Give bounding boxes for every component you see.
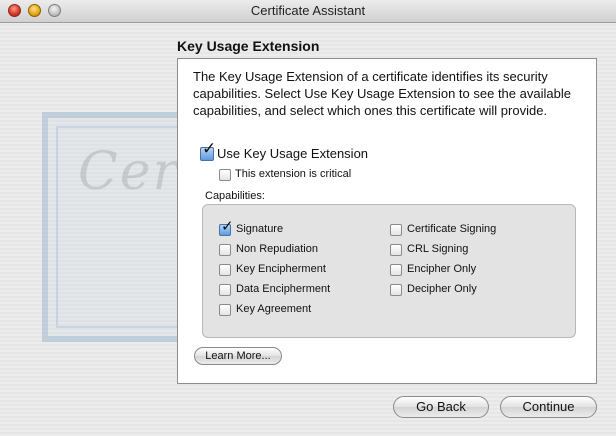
learn-more-button[interactable]: Learn More... [194, 347, 282, 365]
extension-critical-checkbox[interactable] [219, 169, 231, 181]
decipher-only-label[interactable]: Decipher Only [407, 283, 477, 295]
data-encipherment-label[interactable]: Data Encipherment [236, 283, 330, 295]
checkmark-icon: ✓ [202, 139, 217, 158]
data-encipherment-checkbox[interactable] [219, 284, 231, 296]
crl-signing-checkbox[interactable] [390, 244, 402, 256]
non-repudiation-checkbox[interactable] [219, 244, 231, 256]
decipher-only-checkbox[interactable] [390, 284, 402, 296]
key-agreement-label[interactable]: Key Agreement [236, 303, 311, 315]
window-title: Certificate Assistant [250, 3, 366, 18]
continue-button[interactable]: Continue [500, 396, 597, 418]
certificate-signing-checkbox[interactable] [390, 224, 402, 236]
use-key-usage-label[interactable]: Use Key Usage Extension [217, 146, 368, 161]
capabilities-box: ✓ Signature Non Repudiation Key Encipher… [202, 204, 576, 338]
section-title: Key Usage Extension [177, 38, 320, 54]
encipher-only-label[interactable]: Encipher Only [407, 263, 476, 275]
key-agreement-checkbox[interactable] [219, 304, 231, 316]
encipher-only-checkbox[interactable] [390, 264, 402, 276]
certificate-assistant-window: Certificate Assistant Certif Key Usage E… [0, 0, 616, 436]
extension-critical-label[interactable]: This extension is critical [235, 168, 351, 180]
key-encipherment-checkbox[interactable] [219, 264, 231, 276]
key-encipherment-label[interactable]: Key Encipherment [236, 263, 326, 275]
checkmark-icon: ✓ [221, 218, 234, 235]
signature-label[interactable]: Signature [236, 223, 283, 235]
crl-signing-label[interactable]: CRL Signing [407, 243, 468, 255]
title-bar[interactable]: Certificate Assistant [0, 0, 616, 23]
use-key-usage-checkbox[interactable]: ✓ [200, 140, 216, 161]
capabilities-label: Capabilities: [205, 190, 265, 202]
description-text: The Key Usage Extension of a certificate… [193, 69, 571, 118]
go-back-button[interactable]: Go Back [393, 396, 489, 418]
non-repudiation-label[interactable]: Non Repudiation [236, 243, 318, 255]
certificate-signing-label[interactable]: Certificate Signing [407, 223, 496, 235]
signature-checkbox[interactable]: ✓ [219, 219, 234, 236]
key-usage-panel: The Key Usage Extension of a certificate… [177, 58, 597, 384]
